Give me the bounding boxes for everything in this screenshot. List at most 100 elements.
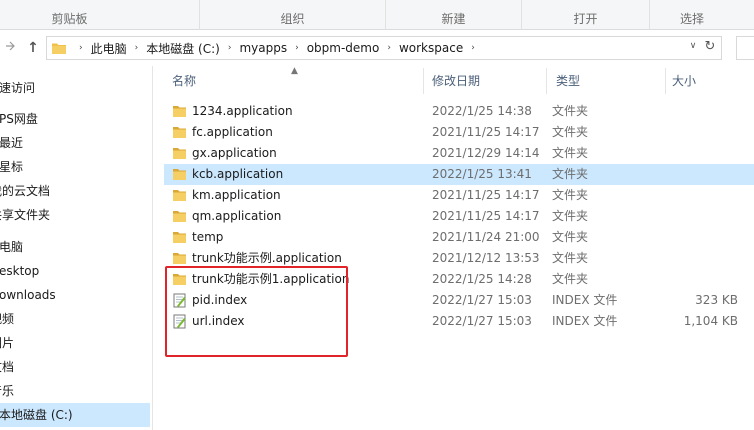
file-date: 2022/1/27 15:03: [432, 293, 532, 307]
breadcrumb-obpm-demo[interactable]: obpm-demo: [307, 41, 380, 55]
sidebar-item-this-pc[interactable]: 电脑: [0, 235, 150, 259]
file-type: 文件夹: [552, 230, 589, 244]
ribbon-group-label: 组织: [280, 12, 305, 26]
file-type: 文件夹: [552, 104, 589, 118]
file-name: temp: [192, 230, 224, 244]
ribbon: 剪贴板 组织 新建 打开 选择: [0, 0, 754, 30]
folder-icon: [173, 106, 186, 117]
pane-divider[interactable]: [152, 66, 153, 430]
chevron-right-icon: ›: [134, 43, 139, 53]
sidebar-item-label: 共享文件夹: [0, 208, 51, 222]
sidebar-item-label: esktop: [0, 264, 40, 278]
refresh-button[interactable]: ↻: [702, 39, 718, 55]
sidebar-item-label: ownloads: [0, 288, 56, 302]
sidebar-item-downloads[interactable]: ownloads: [0, 283, 150, 307]
sidebar-item-label: PS网盘: [0, 112, 38, 126]
chevron-right-icon: ›: [295, 43, 299, 53]
file-date: 2022/1/25 14:38: [432, 104, 532, 118]
column-divider[interactable]: [423, 68, 424, 94]
chevron-down-icon: ∨: [689, 41, 697, 51]
ribbon-group-clipboard[interactable]: 剪贴板: [0, 0, 200, 30]
file-type: 文件夹: [552, 125, 589, 139]
ribbon-group-label: 剪贴板: [51, 12, 88, 26]
sidebar-item-wps-drive[interactable]: PS网盘: [0, 107, 150, 131]
file-date: 2022/1/25 14:28: [432, 272, 532, 286]
sidebar-item-label: 星标: [0, 160, 24, 174]
arrow-up-icon: ↑: [27, 40, 39, 56]
file-type: INDEX 文件: [552, 314, 618, 328]
file-type: INDEX 文件: [552, 293, 618, 307]
sidebar-item-label: 图片: [0, 336, 15, 350]
list-item[interactable]: temp 2021/11/24 21:00 文件夹: [164, 227, 754, 248]
folder-icon: [173, 169, 186, 180]
ribbon-group-organize[interactable]: 组织: [200, 0, 386, 30]
file-date: 2021/11/25 14:17: [432, 209, 540, 223]
folder-icon: [173, 211, 186, 222]
list-item-selected[interactable]: kcb.application 2022/1/25 13:41 文件夹: [164, 164, 754, 185]
sidebar-item-music[interactable]: 音乐: [0, 379, 150, 403]
sidebar-item-pictures[interactable]: 图片: [0, 331, 150, 355]
file-date: 2021/11/25 14:17: [432, 188, 540, 202]
folder-icon: [173, 127, 186, 138]
file-type: 文件夹: [552, 272, 589, 286]
folder-icon: [52, 43, 66, 54]
sidebar-item-label: 文档: [0, 360, 15, 374]
address-history-dropdown[interactable]: ∨: [686, 39, 700, 53]
address-bar[interactable]: › 此电脑 › 本地磁盘 (C:) › myapps › obpm-demo ›…: [46, 36, 722, 60]
ribbon-group-open[interactable]: 打开: [522, 0, 650, 30]
list-item[interactable]: gx.application 2021/12/29 14:14 文件夹: [164, 143, 754, 164]
sidebar-item-label: 速访问: [0, 81, 36, 95]
sidebar-item-label: 电脑: [0, 240, 24, 254]
column-header-type[interactable]: 类型: [550, 68, 662, 94]
file-type: 文件夹: [552, 188, 589, 202]
list-item[interactable]: fc.application 2021/11/25 14:17 文件夹: [164, 122, 754, 143]
sidebar-item-local-disk-c[interactable]: 本地磁盘 (C:): [0, 403, 150, 427]
list-item[interactable]: km.application 2021/11/25 14:17 文件夹: [164, 185, 754, 206]
sidebar-item-videos[interactable]: 视频: [0, 307, 150, 331]
file-type: 文件夹: [552, 209, 589, 223]
annotation-highlight-box: [165, 266, 348, 357]
breadcrumb-this-pc[interactable]: 此电脑: [91, 40, 127, 57]
sidebar-item-desktop[interactable]: esktop: [0, 259, 150, 283]
sidebar-item-documents[interactable]: 文档: [0, 355, 150, 379]
sidebar-item-recent[interactable]: 最近: [0, 131, 150, 155]
chevron-right-icon: ›: [227, 43, 232, 53]
list-item[interactable]: 1234.application 2022/1/25 14:38 文件夹: [164, 101, 754, 122]
sidebar-item-shared-folder[interactable]: 共享文件夹: [0, 203, 150, 227]
breadcrumb-workspace[interactable]: workspace: [399, 41, 463, 55]
list-item[interactable]: qm.application 2021/11/25 14:17 文件夹: [164, 206, 754, 227]
ribbon-group-select[interactable]: 选择: [650, 0, 754, 30]
column-header-size[interactable]: 大小: [666, 68, 746, 94]
file-type: 文件夹: [552, 146, 589, 160]
sidebar-item-label: 视频: [0, 312, 15, 326]
file-name: gx.application: [192, 146, 277, 160]
file-name: fc.application: [192, 125, 273, 139]
file-type: 文件夹: [552, 167, 589, 181]
ribbon-group-label: 选择: [679, 12, 704, 26]
folder-icon: [173, 253, 186, 264]
sidebar-item-label: 最近: [0, 136, 24, 150]
file-date: 2021/11/24 21:00: [432, 230, 540, 244]
sidebar-item-my-cloud-docs[interactable]: 我的云文档: [0, 179, 150, 203]
column-header-name[interactable]: 名称: [166, 68, 420, 94]
file-date: 2021/12/12 13:53: [432, 251, 540, 265]
ribbon-group-new[interactable]: 新建: [386, 0, 522, 30]
file-date: 2021/11/25 14:17: [432, 125, 540, 139]
column-header-date[interactable]: 修改日期: [426, 68, 544, 94]
column-divider[interactable]: [546, 68, 547, 94]
breadcrumb-local-disk[interactable]: 本地磁盘 (C:): [146, 40, 220, 57]
breadcrumb: › 此电脑 › 本地磁盘 (C:) › myapps › obpm-demo ›…: [71, 37, 483, 59]
sidebar-item-label: 本地磁盘 (C:): [0, 408, 73, 422]
navigation-bar: ↑ › 此电脑 › 本地磁盘 (C:) › myapps › obpm-demo…: [0, 30, 754, 66]
chevron-right-icon: ›: [387, 43, 391, 53]
file-name: km.application: [192, 188, 281, 202]
forward-button[interactable]: [2, 38, 20, 58]
breadcrumb-myapps[interactable]: myapps: [239, 41, 287, 55]
folder-icon: [173, 148, 186, 159]
search-input[interactable]: [736, 36, 754, 60]
sidebar-item-starred[interactable]: 星标: [0, 155, 150, 179]
chevron-right-icon: ›: [471, 43, 475, 53]
chevron-right-icon: ›: [79, 43, 83, 53]
up-button[interactable]: ↑: [24, 38, 42, 58]
sidebar-item-quick-access[interactable]: 速访问: [0, 76, 150, 100]
